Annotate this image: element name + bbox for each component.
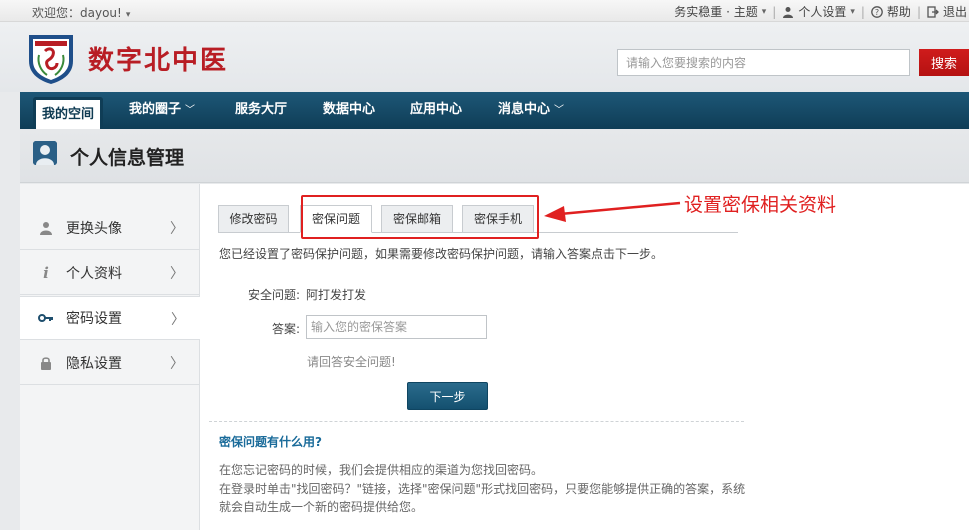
top-links: 务实稳重 · 主题 ▾ | 个人设置 ▾ | ? 帮助 | 退出 (668, 3, 969, 20)
nav-item-service-hall[interactable]: 服务大厅 (223, 92, 299, 129)
answer-label: 答案: (271, 322, 300, 336)
welcome-text: 欢迎您：dayou! (32, 6, 122, 20)
chevron-right-icon: 〉 (170, 356, 184, 372)
main-content: 修改密码 密保问题 密保邮箱 密保手机 设置密保相关资料 您已经设置了密码保护问… (200, 184, 969, 530)
sidebar-item-label: 密码设置 (66, 311, 122, 327)
annotation-highlight-box (301, 195, 539, 239)
nav-item-my-space[interactable]: 我的空间 (33, 97, 103, 129)
faq-text-line: 在您忘记密码的时候，我们会提供相应的渠道为您找回密码。 (219, 463, 544, 477)
sidebar-item-label: 更换头像 (66, 220, 122, 237)
profile-icon (33, 141, 57, 165)
site-name: 数字北中医 (88, 46, 229, 76)
theme-menu[interactable]: 务实稳重 · 主题 ▾ (668, 3, 772, 20)
annotation-text: 设置密保相关资料 (684, 194, 837, 216)
logout-label: 退出 (942, 5, 967, 19)
user-icon (783, 6, 794, 18)
faq-text-line: 就会自动生成一个新的密码提供给您。 (219, 500, 424, 514)
faq-text-line: 在登录时单击"找回密码？"链接，选择"密保问题"形式找回密码，只要您能够提供正确… (219, 482, 746, 496)
nav-item-label: 我的圈子 (128, 102, 181, 117)
university-emblem-logo[interactable] (25, 31, 77, 85)
security-info-text: 您已经设置了密码保护问题，如果需要修改密码保护问题，请输入答案点击下一步。 (219, 247, 664, 261)
theme-label: 务实稳重 · 主题 (674, 5, 758, 19)
info-icon: i (43, 263, 49, 282)
next-step-button[interactable]: 下一步 (407, 382, 488, 410)
svg-text:?: ? (875, 8, 879, 17)
question-value: 阿打发打发 (306, 288, 367, 302)
chevron-down-icon: ▾ (850, 6, 855, 17)
site-header: 数字北中医 搜索 (0, 22, 969, 92)
nav-item-label: 我的空间 (41, 107, 94, 122)
chevron-down-icon: ﹀ (185, 105, 195, 116)
answer-hint: 请回答安全问题! (307, 355, 396, 369)
search-button[interactable]: 搜索 (919, 49, 969, 76)
answer-input[interactable] (306, 315, 487, 339)
question-label: 安全问题: (247, 288, 300, 302)
nav-item-data-center[interactable]: 数据中心 (311, 92, 387, 129)
user-icon (38, 220, 54, 236)
chevron-right-icon: 〉 (170, 266, 184, 282)
divider (209, 421, 744, 422)
chevron-down-icon: ▾ (125, 10, 131, 20)
nav-item-label: 数据中心 (322, 102, 375, 117)
nav-item-app-center[interactable]: 应用中心 (398, 92, 474, 129)
nav-item-label: 服务大厅 (234, 102, 287, 117)
page-title: 个人信息管理 (70, 147, 185, 169)
settings-sidebar: 更换头像 〉 i 个人资料 〉 密码设置 〉 隐私设置 〉 (20, 184, 201, 530)
settings-label: 个人设置 (798, 5, 847, 19)
sidebar-item-password[interactable]: 密码设置 〉 (20, 296, 201, 340)
chevron-down-icon: ▾ (761, 6, 767, 17)
chevron-right-icon: 〉 (170, 221, 184, 237)
page-header: 个人信息管理 (20, 129, 969, 183)
chevron-right-icon: 〉 (171, 312, 185, 328)
nav-item-message-center[interactable]: 消息中心 ﹀ (487, 92, 575, 129)
faq-title: 密保问题有什么用? (219, 435, 322, 449)
sidebar-item-label: 隐私设置 (66, 355, 122, 372)
nav-item-my-circles[interactable]: 我的圈子 ﹀ (120, 92, 204, 129)
sidebar-item-label: 个人资料 (66, 265, 122, 282)
sidebar-item-change-avatar[interactable]: 更换头像 〉 (20, 206, 200, 250)
search-input[interactable] (617, 49, 910, 76)
personal-settings-menu[interactable]: 个人设置 ▾ (776, 3, 861, 20)
help-label: 帮助 (886, 5, 911, 19)
top-utility-bar: 欢迎您：dayou! ▾ 务实稳重 · 主题 ▾ | 个人设置 ▾ | ? 帮助 | … (0, 0, 969, 22)
annotation-arrow-icon (544, 201, 681, 222)
tab-change-password[interactable]: 修改密码 (218, 205, 289, 233)
nav-item-label: 消息中心 (497, 102, 550, 117)
nav-item-label: 应用中心 (409, 102, 462, 117)
sidebar-item-profile[interactable]: i 个人资料 〉 (20, 251, 200, 295)
logout-link[interactable]: 退出 (921, 3, 969, 20)
tab-label: 修改密码 (229, 212, 278, 226)
chevron-down-icon: ﹀ (554, 105, 564, 116)
logout-icon (927, 5, 939, 18)
key-icon (38, 310, 54, 326)
help-icon: ? (871, 5, 883, 18)
help-link[interactable]: ? 帮助 (865, 3, 917, 20)
welcome-menu[interactable]: 欢迎您：dayou! ▾ (32, 4, 130, 21)
main-nav: 我的空间 我的圈子 ﹀ 服务大厅 数据中心 应用中心 消息中心 ﹀ (20, 92, 969, 129)
sidebar-item-privacy[interactable]: 隐私设置 〉 (20, 341, 200, 385)
lock-icon (38, 355, 54, 371)
